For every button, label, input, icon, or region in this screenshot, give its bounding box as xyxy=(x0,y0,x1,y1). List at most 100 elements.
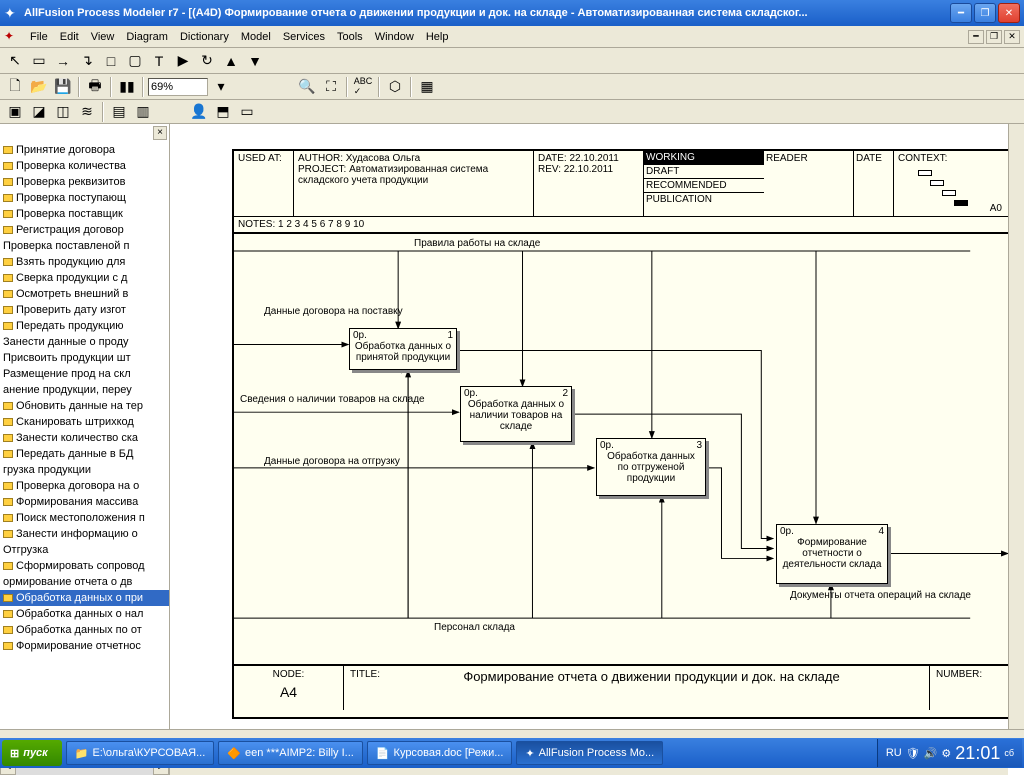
save-button[interactable]: 💾 xyxy=(52,76,74,98)
tray-icon3[interactable]: ⚙ xyxy=(941,747,951,760)
palette-button[interactable]: ▮▮ xyxy=(116,76,138,98)
activity-4[interactable]: 0р.4 Формирование отчетности о деятельно… xyxy=(776,524,888,584)
activity-list[interactable]: Принятие договораПроверка количестваПров… xyxy=(0,142,169,743)
menu-services[interactable]: Services xyxy=(277,29,331,45)
fit-button[interactable]: ⛶ xyxy=(320,76,342,98)
list-item[interactable]: грузка продукции xyxy=(0,462,169,478)
mdi-minimize[interactable]: ━ xyxy=(968,30,984,44)
vscroll[interactable] xyxy=(1008,124,1024,759)
menu-diagram[interactable]: Diagram xyxy=(120,29,174,45)
menu-dictionary[interactable]: Dictionary xyxy=(174,29,235,45)
task-allfusion[interactable]: ✦ AllFusion Process Mo... xyxy=(516,741,663,765)
box-tool[interactable]: ▭ xyxy=(28,50,50,72)
list-item[interactable]: анение продукции, переу xyxy=(0,382,169,398)
list-item[interactable]: Формирование отчетнос xyxy=(0,638,169,654)
system-tray[interactable]: RU 🛡 🔊 ⚙ 21:01 сб xyxy=(877,739,1022,767)
activity-3[interactable]: 0р.3 Обработка данных по отгруженой прод… xyxy=(596,438,706,496)
nav8[interactable]: ⬒ xyxy=(212,101,234,123)
list-item[interactable]: Передать продукцию xyxy=(0,318,169,334)
task-word[interactable]: 📄 Курсовая.doc [Режи... xyxy=(367,741,513,765)
nav6[interactable]: ▥ xyxy=(132,101,154,123)
maximize-button[interactable]: ❐ xyxy=(974,3,996,23)
open-button[interactable]: 📂 xyxy=(28,76,50,98)
sim-button[interactable]: ▦ xyxy=(416,76,438,98)
list-item[interactable]: Проверка реквизитов xyxy=(0,174,169,190)
list-item[interactable]: Проверка количества xyxy=(0,158,169,174)
zoom-input[interactable] xyxy=(148,78,208,96)
tray-icon[interactable]: 🛡 xyxy=(906,747,920,760)
mdi-restore[interactable]: ❐ xyxy=(986,30,1002,44)
list-item[interactable]: Проверка договора на о xyxy=(0,478,169,494)
list-item[interactable]: Сканировать штрихкод xyxy=(0,414,169,430)
list-item[interactable]: Обработка данных о при xyxy=(0,590,169,606)
activity-1[interactable]: 0р.1 Обработка данных о принятой продукц… xyxy=(349,328,457,370)
menu-edit[interactable]: Edit xyxy=(54,29,85,45)
refresh-tool[interactable]: ↻ xyxy=(196,50,218,72)
menu-window[interactable]: Window xyxy=(369,29,420,45)
list-item[interactable]: Обработка данных по от xyxy=(0,622,169,638)
print-button[interactable]: 🖶 xyxy=(84,76,106,98)
zoom-dropdown[interactable]: ▾ xyxy=(210,76,232,98)
task-explorer[interactable]: 📁 E:\ольга\КУРСОВАЯ... xyxy=(66,741,215,765)
activity-2[interactable]: 0р.2 Обработка данных о наличии товаров … xyxy=(460,386,572,442)
list-item[interactable]: Регистрация договор xyxy=(0,222,169,238)
rect-tool[interactable]: □ xyxy=(100,50,122,72)
list-item[interactable]: Формирования массива xyxy=(0,494,169,510)
diagram-body[interactable]: Правила работы на складе Данные договора… xyxy=(234,234,1010,664)
list-item[interactable]: Поиск местоположения п xyxy=(0,510,169,526)
list-item[interactable]: Размещение прод на скл xyxy=(0,366,169,382)
list-item[interactable]: Обработка данных о нал xyxy=(0,606,169,622)
menu-model[interactable]: Model xyxy=(235,29,277,45)
nav2[interactable]: ◪ xyxy=(28,101,50,123)
org-button[interactable]: ⬡ xyxy=(384,76,406,98)
close-button[interactable]: ✕ xyxy=(998,3,1020,23)
list-item[interactable]: Сформировать сопровод xyxy=(0,558,169,574)
lang-indicator[interactable]: RU xyxy=(886,747,902,759)
diagram-canvas[interactable]: USED AT: AUTHOR: Худасова Ольга PROJECT:… xyxy=(170,124,1024,775)
list-item[interactable]: Занести количество ска xyxy=(0,430,169,446)
nav4[interactable]: ≋ xyxy=(76,101,98,123)
text-tool[interactable]: T xyxy=(148,50,170,72)
box2-tool[interactable]: ▢ xyxy=(124,50,146,72)
menu-file[interactable]: File xyxy=(24,29,54,45)
clock[interactable]: 21:01 xyxy=(955,743,1000,764)
tunnel-tool[interactable]: ↴ xyxy=(76,50,98,72)
nav7[interactable]: 👤 xyxy=(188,101,210,123)
run-tool[interactable]: ▶ xyxy=(172,50,194,72)
list-item[interactable]: Принятие договора xyxy=(0,142,169,158)
nav3[interactable]: ◫ xyxy=(52,101,74,123)
minimize-button[interactable]: ━ xyxy=(950,3,972,23)
nav1[interactable]: ▣ xyxy=(4,101,26,123)
list-item[interactable]: Взять продукцию для xyxy=(0,254,169,270)
list-item[interactable]: Проверка поставленой п xyxy=(0,238,169,254)
menu-help[interactable]: Help xyxy=(420,29,455,45)
menu-view[interactable]: View xyxy=(85,29,121,45)
down-tool[interactable]: ▼ xyxy=(244,50,266,72)
task-aimp[interactable]: 🔶 een ***AIMP2: Billy I... xyxy=(218,741,363,765)
list-item[interactable]: Обновить данные на тер xyxy=(0,398,169,414)
start-button[interactable]: пуск xyxy=(2,740,62,766)
pointer-tool[interactable]: ↖ xyxy=(4,50,26,72)
list-item[interactable]: ормирование отчета о дв xyxy=(0,574,169,590)
arrow-tool[interactable]: → xyxy=(52,50,74,72)
list-item[interactable]: Сверка продукции с д xyxy=(0,270,169,286)
zoom-area-button[interactable]: 🔍 xyxy=(296,76,318,98)
new-button[interactable]: 🗋 xyxy=(4,76,26,98)
menu-tools[interactable]: Tools xyxy=(331,29,369,45)
list-item[interactable]: Присвоить продукции шт xyxy=(0,350,169,366)
sidebar-close[interactable]: × xyxy=(153,126,167,140)
list-item[interactable]: Проверить дату изгот xyxy=(0,302,169,318)
list-item[interactable]: Отгрузка xyxy=(0,542,169,558)
list-item[interactable]: Занести данные о проду xyxy=(0,334,169,350)
nav5[interactable]: ▤ xyxy=(108,101,130,123)
spellcheck-button[interactable]: ABC✓ xyxy=(352,76,374,98)
list-item[interactable]: Проверка поставщик xyxy=(0,206,169,222)
nav9[interactable]: ▭ xyxy=(236,101,258,123)
up-tool[interactable]: ▲ xyxy=(220,50,242,72)
tray-icon2[interactable]: 🔊 xyxy=(924,747,938,760)
list-item[interactable]: Проверка поступающ xyxy=(0,190,169,206)
list-item[interactable]: Занести информацию о xyxy=(0,526,169,542)
list-item[interactable]: Осмотреть внешний в xyxy=(0,286,169,302)
list-item[interactable]: Передать данные в БД xyxy=(0,446,169,462)
mdi-close[interactable]: ✕ xyxy=(1004,30,1020,44)
